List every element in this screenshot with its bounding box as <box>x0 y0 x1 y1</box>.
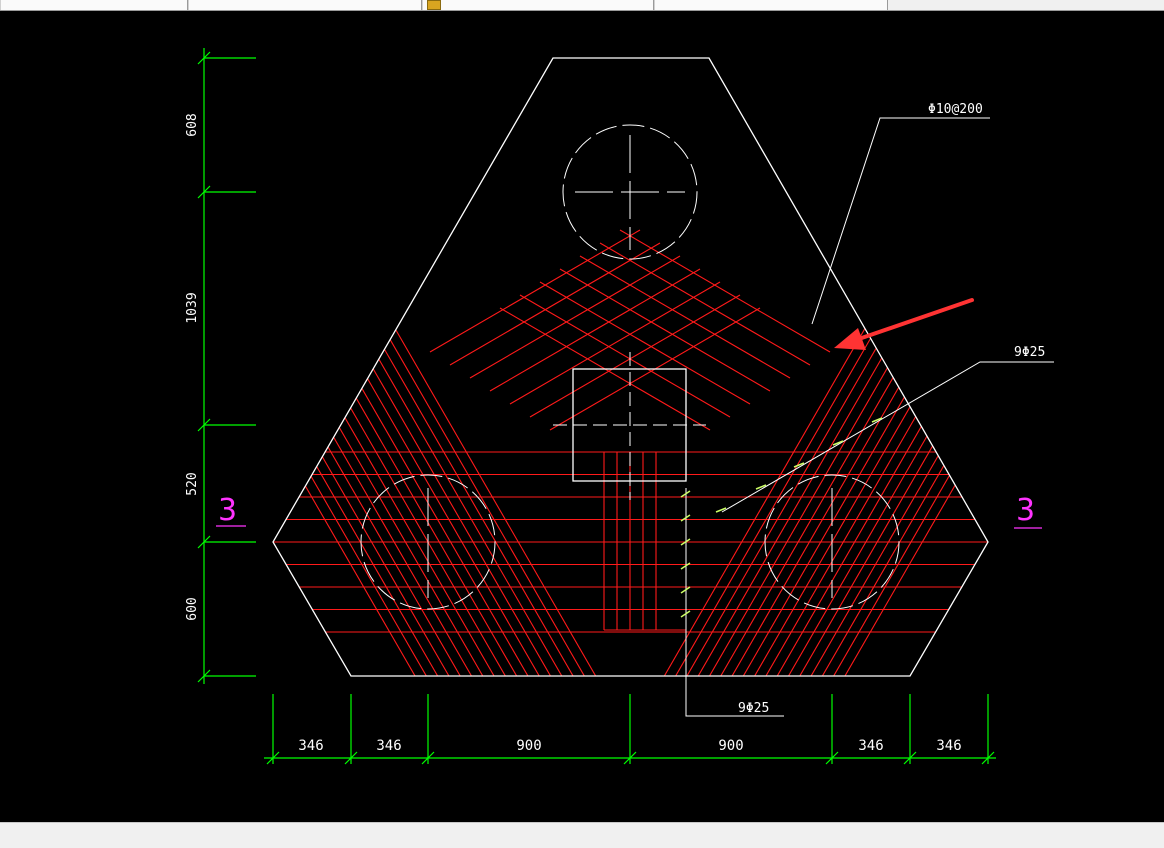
leader-rebar-bottom <box>685 488 784 717</box>
rebar-bar-diagonal <box>715 58 988 676</box>
rebar-bar-diagonal <box>749 58 988 676</box>
annotation-rebar-bottom: 9Φ25 <box>738 701 769 716</box>
tab-drawing-3[interactable] <box>422 0 654 10</box>
annotation-rebar-right: 9Φ25 <box>1014 345 1045 360</box>
dim-h-1: 346 <box>298 738 323 754</box>
rebar-bar-diagonal <box>273 58 511 676</box>
folder-icon <box>427 0 441 10</box>
dim-h-4: 900 <box>718 738 743 754</box>
rebar-bar-diagonal <box>766 58 988 676</box>
rebar-bar-diagonal <box>273 58 477 676</box>
rebar-tie <box>449 242 661 366</box>
rebar-bar-diagonal <box>273 58 444 676</box>
dim-h-6: 346 <box>936 738 961 754</box>
rebar-bar-diagonal <box>273 58 681 676</box>
rebar-bar-diagonal <box>273 58 697 676</box>
dim-v-1: 608 <box>185 113 200 136</box>
tab-drawing-2[interactable] <box>188 0 422 10</box>
rebar-bar-diagonal <box>273 58 647 676</box>
rebar-tie <box>559 268 771 392</box>
rebar-bar-diagonal <box>273 58 545 676</box>
status-bar <box>0 822 1164 848</box>
dim-h-3: 900 <box>516 738 541 754</box>
rebar-mesh <box>273 58 988 676</box>
column-rebar <box>603 452 686 631</box>
pointer-arrow <box>834 298 974 350</box>
rebar-bar-diagonal <box>273 58 528 676</box>
rebar-tie <box>619 229 831 353</box>
rebar-tie <box>509 281 721 405</box>
rebar-tie <box>489 268 701 392</box>
rebar-tie <box>599 242 811 366</box>
tab-drawing-1[interactable] <box>0 0 188 10</box>
dim-v-4: 600 <box>185 597 200 620</box>
rebar-tie <box>539 281 751 405</box>
dim-h-2: 346 <box>376 738 401 754</box>
rebar-bar-diagonal <box>579 58 988 676</box>
vertical-dimension-chain <box>197 48 256 684</box>
rebar-bar-diagonal <box>783 58 988 676</box>
rebar-bar-diagonal <box>273 58 664 676</box>
rebar-bar-diagonal <box>732 58 988 676</box>
dim-v-2: 1039 <box>185 292 200 323</box>
section-mark-left: 3 <box>218 493 237 528</box>
rebar-bar-diagonal <box>596 58 988 676</box>
rebar-tie <box>469 255 681 379</box>
rebar-bar-diagonal <box>273 58 562 676</box>
rebar-bar-diagonal <box>273 58 494 676</box>
rebar-bar-diagonal <box>800 58 988 676</box>
leader-stirrup <box>811 117 990 325</box>
rebar-bar-diagonal <box>273 58 714 676</box>
rebar-tie <box>579 255 791 379</box>
rebar-bar-diagonal <box>664 58 988 676</box>
rebar-bar-diagonal <box>698 58 988 676</box>
column-centerlines <box>553 352 706 500</box>
rebar-bar-diagonal <box>681 58 988 676</box>
rebar-bar-diagonal <box>613 58 988 676</box>
rebar-bar-diagonal <box>546 58 988 676</box>
tab-drawing-4[interactable] <box>654 0 888 10</box>
rebar-bar-diagonal <box>647 58 988 676</box>
cad-drawing-canvas[interactable]: Φ10@200 9Φ25 9Φ25 3 3 608 1039 520 600 3… <box>0 11 1164 822</box>
dim-h-5: 346 <box>858 738 883 754</box>
pile-top <box>562 124 698 260</box>
section-mark-right: 3 <box>1016 493 1035 528</box>
dim-v-3: 520 <box>185 472 200 495</box>
rebar-tie <box>529 294 741 418</box>
rebar-bar-diagonal <box>273 58 579 676</box>
rebar-bar-diagonal <box>816 58 988 676</box>
horizontal-dimension-chain <box>264 694 996 765</box>
rebar-tie <box>519 294 731 418</box>
rebar-bar-diagonal <box>273 58 460 676</box>
rebar-bar-diagonal <box>630 58 988 676</box>
tab-bar <box>0 0 1164 11</box>
rebar-bar-diagonal <box>273 58 596 676</box>
annotation-stirrup: Φ10@200 <box>928 102 983 117</box>
